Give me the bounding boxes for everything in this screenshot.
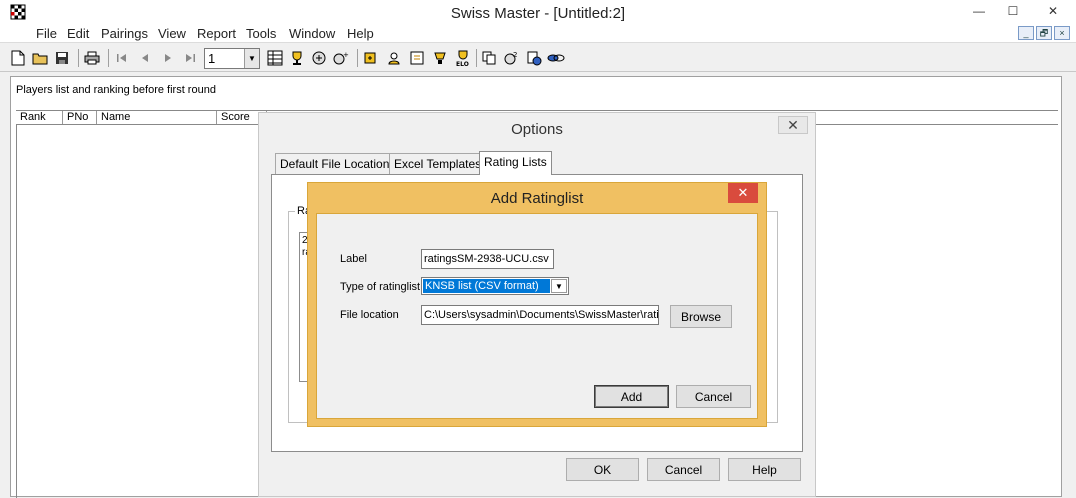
next-icon[interactable] — [158, 48, 178, 68]
table-icon[interactable] — [265, 48, 285, 68]
first-icon[interactable] — [112, 48, 132, 68]
settings-icon[interactable]: 2 — [501, 48, 521, 68]
globe-icon[interactable] — [524, 48, 544, 68]
label-caption: Label — [340, 253, 367, 265]
type-caption: Type of ratinglist — [340, 281, 421, 293]
toolbar-separator — [108, 49, 109, 67]
link-icon[interactable] — [546, 48, 566, 68]
location-caption: File location — [340, 309, 399, 321]
minimize-button[interactable]: — — [962, 0, 996, 22]
round-value: 1 — [208, 51, 216, 66]
last-icon[interactable] — [180, 48, 200, 68]
elo-icon[interactable]: ELO — [453, 48, 473, 68]
menu-pairings[interactable]: Pairings — [100, 26, 149, 41]
toolbar-separator — [357, 49, 358, 67]
toolbar: 1 ▼ + ELO 2 — [0, 44, 1076, 72]
help-button[interactable]: Help — [728, 458, 801, 481]
close-window-button[interactable]: ✕ — [1030, 0, 1076, 22]
tab-excel-templates[interactable]: Excel Templates — [389, 153, 487, 174]
document-caption: Players list and ranking before first ro… — [16, 84, 216, 96]
player-list-icon[interactable] — [430, 48, 450, 68]
mdi-minimize-button[interactable]: _ — [1018, 26, 1034, 40]
add-button[interactable]: Add — [594, 385, 669, 408]
options-cancel-button[interactable]: Cancel — [647, 458, 720, 481]
menu-bar: File Edit Pairings View Report Tools Win… — [0, 25, 1076, 43]
svg-text:2: 2 — [513, 51, 517, 59]
maximize-button[interactable]: ☐ — [996, 0, 1030, 22]
chevron-down-icon[interactable]: ▼ — [551, 279, 567, 293]
menu-report[interactable]: Report — [196, 26, 237, 41]
menu-tools[interactable]: Tools — [245, 26, 277, 41]
svg-text:+: + — [343, 51, 349, 59]
add-ratinglist-dialog: Add Ratinglist ✕ Label ratingsSM-2938-UC… — [307, 182, 767, 427]
prev-icon[interactable] — [135, 48, 155, 68]
add-dialog-title: Add Ratinglist — [490, 190, 584, 207]
window-controls: — ☐ ✕ — [962, 0, 1076, 22]
add-dialog-cancel-button[interactable]: Cancel — [676, 385, 751, 408]
trophy-icon[interactable] — [287, 48, 307, 68]
toolbar-separator — [476, 49, 477, 67]
pairing-auto-icon[interactable]: + — [331, 48, 351, 68]
ok-button[interactable]: OK — [566, 458, 639, 481]
round-select[interactable]: 1 ▼ — [204, 48, 260, 69]
title-bar: Swiss Master - [Untitled:2] — ☐ ✕ — [0, 0, 1076, 25]
mdi-restore-button[interactable]: 🗗 — [1036, 26, 1052, 40]
new-file-icon[interactable] — [8, 48, 28, 68]
column-name[interactable]: Name — [97, 111, 217, 124]
ratinglist-type-select[interactable]: KNSB list (CSV format) ▼ — [421, 277, 569, 295]
file-location-input[interactable]: C:\Users\sysadmin\Documents\SwissMaster\… — [421, 305, 659, 325]
chevron-down-icon[interactable]: ▼ — [244, 49, 259, 68]
save-icon[interactable] — [52, 48, 72, 68]
column-rank[interactable]: Rank — [16, 111, 63, 124]
menu-window[interactable]: Window — [288, 26, 336, 41]
menu-edit[interactable]: Edit — [66, 26, 90, 41]
print-icon[interactable] — [82, 48, 102, 68]
mdi-controls: _ 🗗 × — [1018, 26, 1070, 40]
menu-help[interactable]: Help — [346, 26, 375, 41]
ratinglist-type-value: KNSB list (CSV format) — [423, 279, 550, 293]
tab-default-file-locations[interactable]: Default File Locations — [275, 153, 401, 174]
column-pno[interactable]: PNo — [63, 111, 97, 124]
pairing-icon[interactable] — [309, 48, 329, 68]
window-title: Swiss Master - [Untitled:2] — [450, 5, 626, 22]
svg-text:ELO: ELO — [456, 61, 469, 67]
menu-file[interactable]: File — [35, 26, 58, 41]
browse-button[interactable]: Browse — [670, 305, 732, 328]
open-folder-icon[interactable] — [30, 48, 50, 68]
player-search-icon[interactable] — [407, 48, 427, 68]
add-dialog-body: Label ratingsSM-2938-UCU.csv Type of rat… — [316, 213, 758, 419]
mdi-close-button[interactable]: × — [1054, 26, 1070, 40]
menu-view[interactable]: View — [157, 26, 187, 41]
toolbar-separator — [78, 49, 79, 67]
tab-rating-lists[interactable]: Rating Lists — [479, 151, 552, 175]
player-add-icon[interactable] — [361, 48, 381, 68]
grid-border — [16, 124, 17, 498]
copy-icon[interactable] — [479, 48, 499, 68]
add-dialog-close-button[interactable]: ✕ — [728, 183, 758, 203]
label-input[interactable]: ratingsSM-2938-UCU.csv — [421, 249, 554, 269]
options-title: Options — [511, 121, 563, 138]
options-close-button[interactable]: ✕ — [778, 116, 808, 134]
player-edit-icon[interactable] — [384, 48, 404, 68]
